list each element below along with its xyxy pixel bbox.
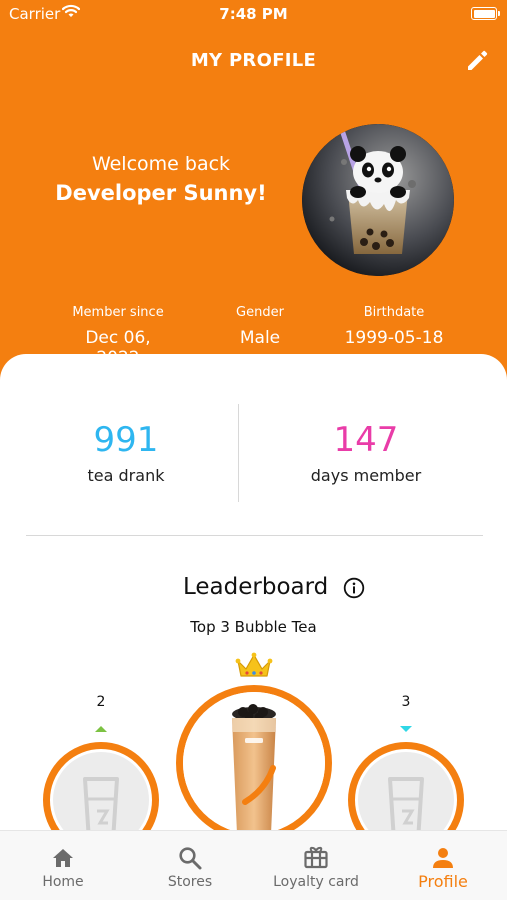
- status-time: 7:48 PM: [219, 5, 288, 23]
- tab-profile[interactable]: Profile: [403, 831, 483, 900]
- tab-loyalty-card-label: Loyalty card: [273, 874, 359, 890]
- birthdate-label: Birthdate: [363, 305, 425, 320]
- edit-profile-button[interactable]: [462, 44, 494, 76]
- leaderboard-rank-2[interactable]: [43, 742, 159, 830]
- gender-value: Male: [239, 328, 281, 348]
- tea-drank-label: tea drank: [87, 466, 165, 485]
- info-icon[interactable]: [343, 577, 365, 599]
- page-title: MY PROFILE: [190, 50, 317, 71]
- welcome-message: Welcome back: [91, 153, 231, 175]
- person-icon: [433, 848, 453, 868]
- user-name: Developer Sunny!: [55, 181, 267, 205]
- pencil-icon: [468, 50, 488, 70]
- leaderboard-rank-3[interactable]: [348, 742, 464, 830]
- member-since-label: Member since: [72, 305, 164, 320]
- crown-icon: [235, 652, 273, 677]
- avatar[interactable]: [302, 124, 454, 276]
- tab-stores[interactable]: Stores: [150, 831, 230, 900]
- rank-down-icon: [400, 726, 412, 732]
- tab-loyalty-card[interactable]: Loyalty card: [266, 831, 366, 900]
- tea-drank-value: 991: [93, 420, 159, 460]
- birthdate: Birthdate 1999-05-18: [344, 305, 444, 348]
- battery-icon: [471, 7, 500, 20]
- panda-boba-avatar-image: [302, 124, 454, 276]
- section-divider: [26, 535, 483, 536]
- milk-tea-cup-image: [183, 692, 325, 830]
- gift-card-icon: [304, 846, 328, 869]
- tab-profile-label: Profile: [418, 872, 468, 891]
- search-icon: [179, 847, 202, 870]
- leaderboard-title: Leaderboard: [183, 574, 329, 600]
- rank-2-number: 2: [96, 694, 106, 710]
- rank-up-icon: [95, 726, 107, 732]
- cup-placeholder-icon: [53, 752, 149, 830]
- cup-placeholder-icon: [358, 752, 454, 830]
- rank-3-number: 3: [401, 694, 411, 710]
- tab-bar: Home Stores Loyalty card Profile: [0, 830, 507, 900]
- profile-card: 991 tea drank 147 days member Leaderboar…: [0, 354, 507, 830]
- days-member-value: 147: [333, 420, 399, 460]
- status-bar: Carrier 7:48 PM: [0, 0, 507, 28]
- days-member-label: days member: [310, 466, 422, 485]
- leaderboard-subtitle: Top 3 Bubble Tea: [190, 618, 317, 636]
- gender-label: Gender: [236, 305, 284, 320]
- birthdate-value: 1999-05-18: [344, 328, 444, 348]
- tab-home-label: Home: [42, 874, 84, 890]
- home-icon: [53, 849, 73, 867]
- days-member-stat: 147 days member: [266, 420, 466, 485]
- gender: Gender Male: [210, 305, 310, 348]
- tab-home[interactable]: Home: [23, 831, 103, 900]
- leaderboard-rank-1[interactable]: [176, 685, 332, 830]
- tea-drank-stat: 991 tea drank: [26, 420, 226, 485]
- tab-stores-label: Stores: [167, 874, 213, 890]
- stat-divider: [238, 404, 239, 502]
